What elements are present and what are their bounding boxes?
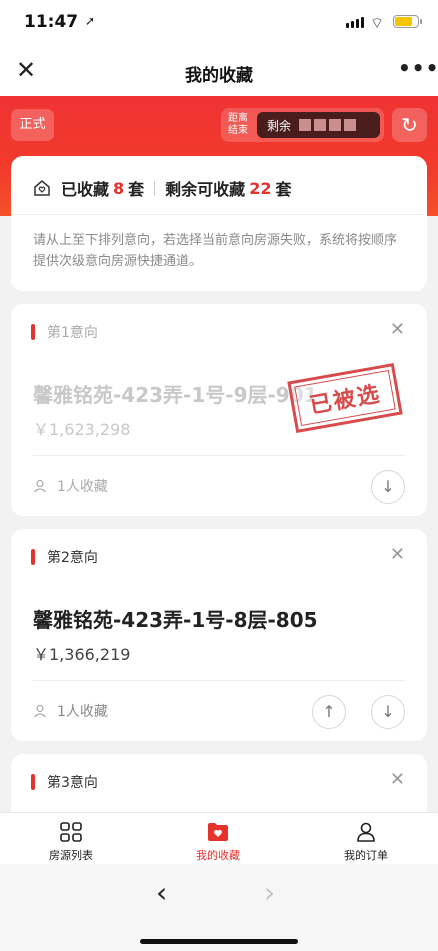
instructions-text: 请从上至下排列意向，若选择当前意向房源失败，系统将按顺序提供次级意向房源快捷通道… (33, 233, 398, 269)
back-icon[interactable]: ‹ (156, 876, 167, 909)
collection-counts: 已收藏 8 套 剩余可收藏 22 套 (33, 176, 291, 200)
listing-price: ￥1,366,219 (33, 645, 131, 664)
preference-card-1[interactable]: 第1意向 ✕ 馨雅铭苑-423弄-1号-9层-901 ￥1,623,298 已被… (11, 304, 427, 516)
move-up-button[interactable]: ↑ (312, 695, 346, 729)
refresh-icon: ↻ (401, 113, 418, 137)
house-heart-icon (34, 180, 50, 196)
listing-price: ￥1,623,298 (33, 420, 131, 439)
remaining-unit: 套 (275, 180, 292, 199)
battery-icon (393, 15, 422, 28)
listing-name: 馨雅铭苑-423弄-1号-8层-805 (33, 608, 318, 632)
move-down-button[interactable]: ↓ (371, 695, 405, 729)
nav-bar: ✕ 我的收藏 ••• (0, 46, 438, 96)
tab-label: 房源列表 (49, 849, 93, 862)
favorite-count: 1人收藏 (33, 476, 108, 496)
countdown-value: 剩余 (257, 112, 380, 138)
remaining-count: 22 (249, 178, 272, 198)
remaining-label: 剩余可收藏 (165, 180, 246, 199)
listing-name: 馨雅铭苑-423弄-1号-9层-901 (33, 383, 318, 407)
more-icon[interactable]: ••• (398, 56, 438, 80)
preference-label: 第2意向 (47, 550, 98, 566)
divider (11, 214, 427, 215)
favorite-count-text: 1人收藏 (57, 704, 108, 720)
heart-folder-icon (168, 821, 268, 843)
signal-icon (346, 17, 364, 28)
person-icon (34, 704, 46, 718)
favorite-count: 1人收藏 (33, 701, 108, 721)
arrow-down-icon: ↓ (381, 702, 395, 721)
status-bar: 11:47 ➚ ⌔ (0, 0, 438, 46)
tab-orders[interactable]: 我的订单 (316, 821, 416, 863)
remove-icon[interactable]: ✕ (390, 544, 405, 565)
countdown-box: 距离 结束 剩余 (221, 108, 384, 142)
divider (33, 455, 405, 456)
page-title: 我的收藏 (185, 66, 253, 86)
remove-icon[interactable]: ✕ (390, 319, 405, 340)
status-time: 11:47 (24, 12, 79, 32)
tab-label: 我的订单 (344, 849, 388, 862)
arrow-down-icon: ↓ (381, 477, 395, 496)
tab-listings[interactable]: 房源列表 (21, 821, 121, 863)
countdown-remaining: 剩余 (267, 118, 292, 133)
user-icon (316, 821, 416, 843)
home-indicator (140, 939, 298, 944)
divider (33, 680, 405, 681)
person-icon (34, 479, 46, 493)
collected-unit: 套 (128, 180, 145, 199)
preference-label: 第3意向 (47, 775, 98, 791)
taken-stamp: 已被选 (287, 363, 403, 433)
divider (154, 180, 156, 196)
browser-toolbar: ‹ › (0, 864, 438, 951)
tab-favorites[interactable]: 我的收藏 (168, 821, 268, 863)
arrow-up-icon: ↑ (322, 702, 336, 721)
countdown-masked-digits (299, 119, 357, 131)
grid-icon (21, 821, 121, 843)
favorite-count-text: 1人收藏 (57, 479, 108, 495)
accent-bar (31, 549, 35, 565)
preference-card-2[interactable]: 第2意向 ✕ 馨雅铭苑-423弄-1号-8层-805 ￥1,366,219 1人… (11, 529, 427, 741)
refresh-button[interactable]: ↻ (392, 108, 427, 142)
preference-header: 第3意向 (31, 772, 98, 792)
preference-header: 第2意向 (31, 547, 98, 567)
remove-icon[interactable]: ✕ (390, 769, 405, 790)
accent-bar (31, 324, 35, 340)
move-down-button[interactable]: ↓ (371, 470, 405, 504)
collected-count: 8 (113, 178, 125, 198)
forward-icon[interactable]: › (264, 876, 275, 909)
tab-label: 我的收藏 (196, 849, 240, 862)
location-icon: ➚ (85, 14, 96, 28)
countdown-label: 距离 结束 (221, 113, 255, 137)
countdown-label-line2: 结束 (228, 125, 248, 136)
preference-label: 第1意向 (47, 325, 98, 341)
countdown-label-line1: 距离 (228, 113, 248, 124)
preference-header: 第1意向 (31, 322, 98, 342)
accent-bar (31, 774, 35, 790)
summary-card: 已收藏 8 套 剩余可收藏 22 套 请从上至下排列意向，若选择当前意向房源失败… (11, 156, 427, 291)
collected-label: 已收藏 (61, 180, 110, 199)
tab-bar: 房源列表 我的收藏 我的订单 (0, 812, 438, 864)
official-badge: 正式 (11, 109, 54, 141)
wifi-icon: ⌔ (370, 14, 385, 32)
